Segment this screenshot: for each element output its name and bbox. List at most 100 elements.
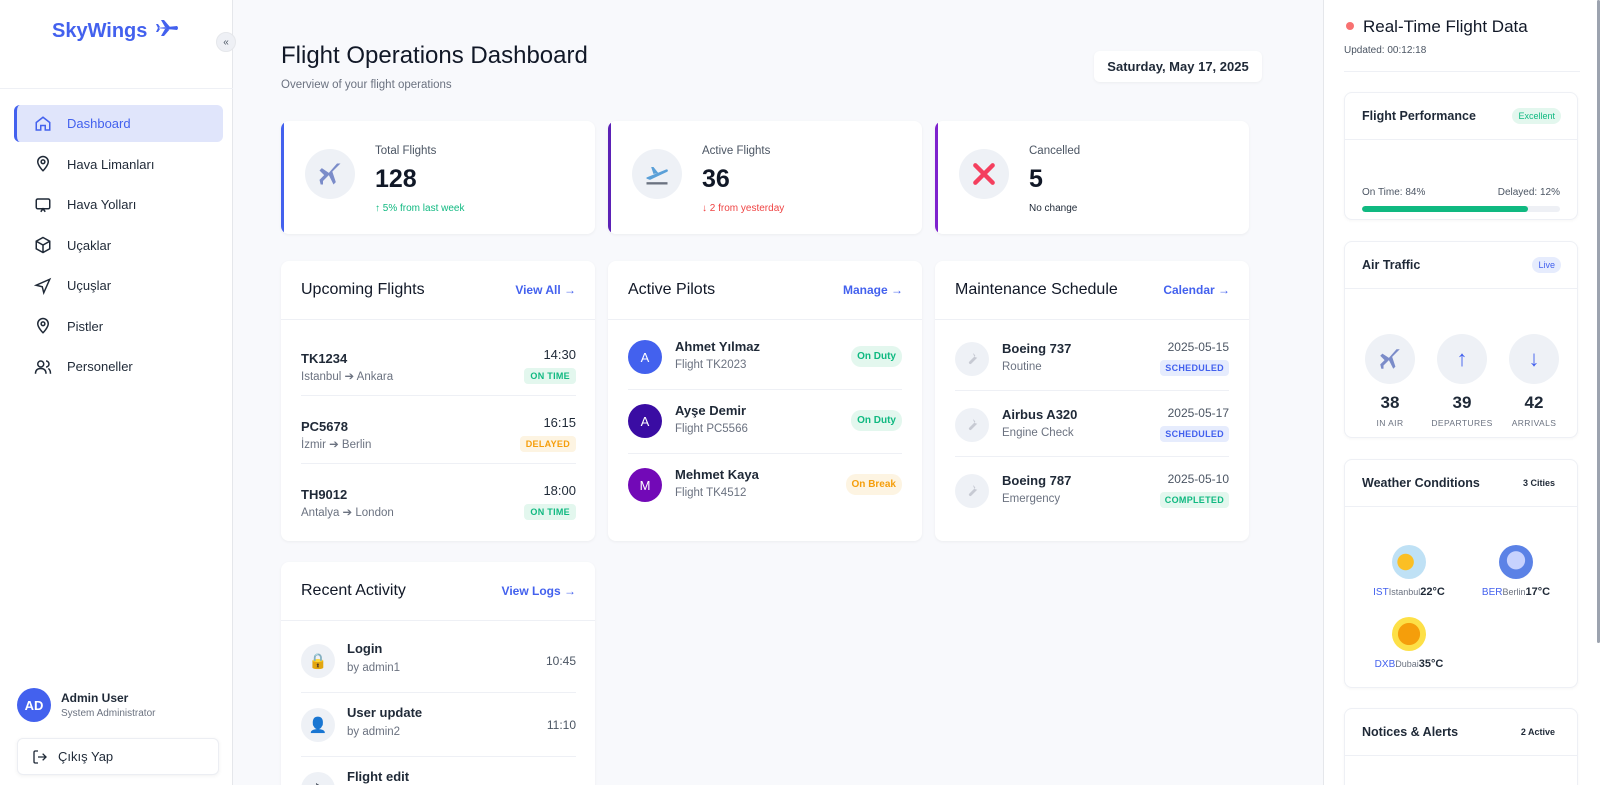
sidebar-item-label: Uçuşlar bbox=[67, 278, 112, 293]
status-badge: SCHEDULED bbox=[1160, 426, 1229, 442]
weather-city-label: BERBerlin17°C bbox=[1471, 586, 1561, 598]
card-title: Air Traffic bbox=[1362, 258, 1421, 272]
sidebar-item-staff[interactable]: Personeller bbox=[14, 348, 223, 385]
card-title: Active Pilots bbox=[628, 281, 716, 298]
wrench-icon bbox=[955, 408, 989, 442]
flight-time: 14:30 bbox=[543, 347, 576, 362]
sidebar-item-label: Uçaklar bbox=[67, 237, 112, 253]
avatar: A bbox=[628, 340, 662, 374]
activity-user: by admin1 bbox=[347, 662, 401, 674]
traffic-stat-arrivals: ↓ 42 ARRIVALS bbox=[1508, 334, 1560, 428]
city-temp: 35°C bbox=[1418, 658, 1444, 670]
aircraft-name: Boeing 737 bbox=[1002, 341, 1072, 356]
manage-link[interactable]: Manage → bbox=[843, 283, 903, 297]
stat-card-active-flights[interactable]: Active Flights 36 ↓ 2 from yesterday bbox=[608, 121, 922, 234]
pilot-row[interactable]: M Mehmet Kaya Flight TK4512 On Break bbox=[628, 454, 902, 518]
airplane-icon: ✈ bbox=[301, 772, 335, 785]
sidebar-item-airlines[interactable]: Hava Yolları bbox=[14, 186, 223, 223]
maintenance-date: 2025-05-17 bbox=[1167, 406, 1229, 420]
pilot-name: Ahmet Yılmaz bbox=[675, 339, 761, 354]
sidebar-item-flights[interactable]: Uçuşlar bbox=[14, 267, 223, 304]
airplane-icon bbox=[155, 18, 179, 44]
city-code: BER bbox=[1481, 587, 1503, 598]
pilot-row[interactable]: A Ayşe Demir Flight PC5566 On Duty bbox=[628, 390, 902, 454]
maintenance-row[interactable]: Boeing 737 Routine 2025-05-15 SCHEDULED bbox=[955, 325, 1229, 391]
status-badge: On Duty bbox=[851, 410, 902, 431]
airplane-icon bbox=[305, 149, 355, 199]
status-badge: DELAYED bbox=[519, 436, 576, 452]
brand-name: SkyWings bbox=[52, 19, 148, 42]
pilot-row[interactable]: A Ahmet Yılmaz Flight TK2023 On Duty bbox=[628, 326, 902, 390]
activity-row[interactable]: 👤 User update by admin2 11:10 bbox=[301, 693, 576, 757]
user-profile[interactable]: AD Admin User System Administrator bbox=[17, 688, 155, 722]
pilot-flight: Flight PC5566 bbox=[675, 423, 748, 435]
page-title: Flight Operations Dashboard bbox=[281, 42, 588, 69]
sidebar-item-airports[interactable]: Hava Limanları bbox=[14, 146, 223, 183]
weather-city-label: ISTIstanbul22°C bbox=[1364, 586, 1454, 598]
live-indicator-dot bbox=[1346, 22, 1354, 30]
flight-route: İzmir ➔ Berlin bbox=[301, 439, 372, 451]
sidebar-item-label: Hava Yolları bbox=[67, 197, 137, 212]
view-logs-link[interactable]: View Logs → bbox=[502, 584, 576, 598]
logout-button[interactable]: Çıkış Yap bbox=[17, 738, 219, 775]
activity-time: 11:10 bbox=[546, 718, 576, 732]
home-icon bbox=[34, 115, 52, 133]
activity-row[interactable]: ✈ Flight edit bbox=[301, 757, 576, 785]
wrench-icon bbox=[955, 342, 989, 376]
city-temp: 17°C bbox=[1525, 586, 1551, 598]
stat-accent-bar bbox=[608, 121, 611, 234]
flight-route: Antalya ➔ London bbox=[301, 507, 394, 519]
traffic-value: 38 bbox=[1380, 393, 1400, 412]
sun-icon bbox=[1392, 617, 1426, 651]
card-header: Maintenance Schedule Calendar → bbox=[935, 261, 1249, 320]
location-pin-icon bbox=[34, 155, 52, 173]
stat-label: Active Flights bbox=[702, 145, 771, 157]
calendar-link[interactable]: Calendar → bbox=[1163, 283, 1230, 297]
activity-row[interactable]: 🔒 Login by admin1 10:45 bbox=[301, 629, 576, 693]
wrench-icon bbox=[955, 474, 989, 508]
maintenance-type: Routine bbox=[1002, 361, 1042, 373]
flight-row[interactable]: TK1234 Istanbul ➔ Ankara 14:30 ON TIME bbox=[301, 328, 576, 396]
sidebar-item-dashboard[interactable]: Dashboard bbox=[14, 105, 223, 142]
brand-logo[interactable]: SkyWings bbox=[52, 18, 179, 44]
pilot-flight: Flight TK4512 bbox=[675, 487, 747, 499]
card-title: Weather Conditions bbox=[1362, 476, 1480, 490]
status-badge: ON TIME bbox=[524, 504, 576, 520]
card-header: Upcoming Flights View All → bbox=[281, 261, 595, 320]
maintenance-type: Engine Check bbox=[1002, 427, 1074, 439]
status-badge: SCHEDULED bbox=[1160, 360, 1229, 376]
air-traffic-card: Air Traffic Live 38 IN AIR ↑ 39 DEPARTUR… bbox=[1344, 241, 1578, 438]
traffic-stat-departures: ↑ 39 DEPARTURES bbox=[1431, 334, 1492, 428]
monitor-icon bbox=[34, 196, 52, 214]
stat-card-total-flights[interactable]: Total Flights 128 ↑ 5% from last week bbox=[281, 121, 595, 234]
performance-labels: On Time: 84% Delayed: 12% bbox=[1362, 187, 1560, 198]
stat-change: No change bbox=[1029, 203, 1078, 214]
view-all-link[interactable]: View All → bbox=[515, 283, 576, 297]
stat-label: Cancelled bbox=[1029, 145, 1081, 157]
flight-row[interactable]: TH9012 Antalya ➔ London 18:00 ON TIME bbox=[301, 464, 576, 532]
notices-alerts-card: Notices & Alerts 2 Active bbox=[1344, 708, 1578, 785]
sidebar-item-label: Personeller bbox=[67, 359, 133, 374]
aircraft-name: Airbus A320 bbox=[1002, 407, 1078, 422]
status-badge: On Break bbox=[845, 474, 902, 495]
status-badge: Excellent bbox=[1512, 108, 1561, 124]
sidebar-nav: Dashboard Hava Limanları Hava Yolları Uç… bbox=[14, 105, 223, 389]
pilot-flight: Flight TK2023 bbox=[675, 359, 747, 371]
page-subtitle: Overview of your flight operations bbox=[281, 79, 452, 91]
maintenance-row[interactable]: Airbus A320 Engine Check 2025-05-17 SCHE… bbox=[955, 391, 1229, 457]
sidebar-item-runways[interactable]: Pistler bbox=[14, 308, 223, 345]
activity-time: 10:45 bbox=[545, 654, 576, 668]
flight-row[interactable]: PC5678 İzmir ➔ Berlin 16:15 DELAYED bbox=[301, 396, 576, 464]
recent-activity-card: Recent Activity View Logs → 🔒 Login by a… bbox=[281, 562, 595, 785]
upcoming-flights-card: Upcoming Flights View All → TK1234 Istan… bbox=[281, 261, 595, 541]
stat-card-cancelled[interactable]: Cancelled 5 No change bbox=[935, 121, 1249, 234]
status-badge: ON TIME bbox=[524, 368, 576, 384]
activity-action: User update bbox=[347, 705, 423, 720]
location-pin-icon bbox=[34, 317, 52, 335]
stat-accent-bar bbox=[281, 121, 284, 234]
sidebar-item-aircraft[interactable]: Uçaklar bbox=[14, 227, 223, 264]
box-icon bbox=[34, 236, 52, 254]
pilot-name: Ayşe Demir bbox=[675, 403, 747, 418]
card-title: Upcoming Flights bbox=[301, 281, 425, 298]
maintenance-row[interactable]: Boeing 787 Emergency 2025-05-10 COMPLETE… bbox=[955, 457, 1229, 523]
